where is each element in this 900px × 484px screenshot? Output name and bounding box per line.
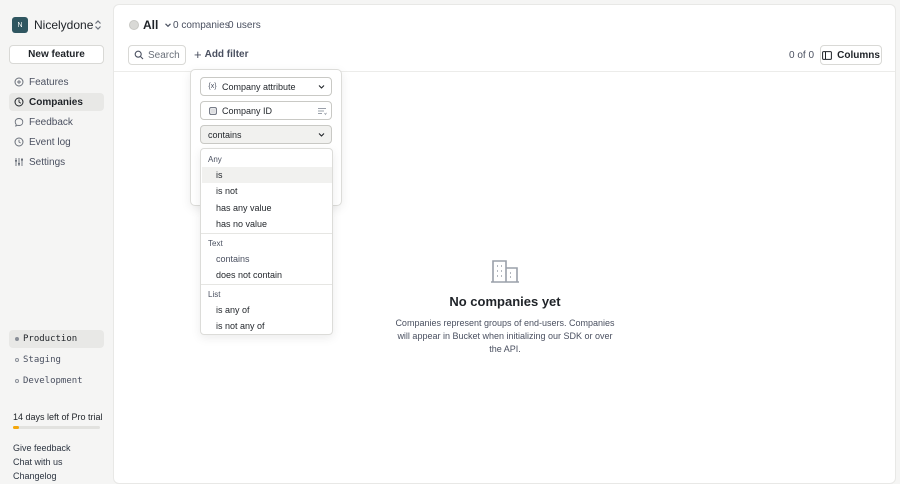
attribute-value: Company ID: [222, 105, 273, 116]
columns-label: Columns: [837, 49, 880, 61]
trial-progress-fill: [13, 426, 20, 429]
features-icon: [13, 77, 24, 88]
plus-icon: +: [194, 46, 202, 62]
scope-label: All: [143, 18, 159, 32]
sidebar-item-label: Feedback: [29, 116, 73, 128]
sidebar-item-label: Companies: [29, 96, 83, 108]
changelog-link[interactable]: Changelog: [13, 471, 57, 481]
pager-text: 0 of 0: [789, 50, 815, 61]
group-label-text: Text: [208, 239, 223, 248]
search-icon: [134, 50, 144, 60]
company-icon: [208, 106, 217, 115]
empty-state-description: Companies represent groups of end-users.…: [395, 318, 615, 354]
chevron-down-icon: [318, 85, 325, 89]
environment-development[interactable]: Development: [9, 372, 104, 390]
operator-select[interactable]: contains: [200, 125, 332, 144]
sidebar: N Nicelydone New feature Features Compan…: [0, 0, 113, 484]
org-switcher[interactable]: N Nicelydone: [12, 16, 104, 34]
companies-icon: [13, 97, 24, 108]
option-contains[interactable]: contains: [202, 251, 332, 267]
dropdown-divider: [201, 233, 332, 234]
environment-dot-icon: [15, 379, 19, 383]
attribute-type-select[interactable]: {x} Company attribute: [200, 77, 332, 96]
environment-label: Production: [23, 334, 78, 344]
org-avatar: N: [12, 17, 28, 33]
feedback-icon: [13, 117, 24, 128]
columns-icon: [822, 50, 833, 60]
attribute-select[interactable]: Company ID: [200, 101, 332, 120]
environment-production[interactable]: Production: [9, 330, 104, 348]
environment-dot-icon: [15, 337, 19, 341]
org-name: Nicelydone: [34, 18, 94, 32]
sidebar-item-settings[interactable]: Settings: [9, 153, 104, 171]
sidebar-item-event-log[interactable]: Event log: [9, 133, 104, 151]
option-is-not[interactable]: is not: [202, 183, 332, 199]
sidebar-item-companies[interactable]: Companies: [9, 93, 104, 111]
option-has-any-value[interactable]: has any value: [202, 200, 332, 216]
environment-label: Development: [23, 376, 83, 386]
trial-status: 14 days left of Pro trial: [13, 412, 103, 422]
operator-dropdown: Any is is not has any value has no value…: [200, 148, 333, 335]
operator-value: contains: [208, 129, 242, 140]
users-count: 0 users: [228, 20, 261, 31]
attribute-type-value: Company attribute: [222, 81, 296, 92]
add-filter-label: Add filter: [204, 49, 249, 60]
environment-label: Staging: [23, 355, 61, 365]
option-is-not-any-of[interactable]: is not any of: [202, 318, 332, 334]
event-log-icon: [13, 137, 24, 148]
variable-icon: {x}: [208, 83, 217, 90]
group-label-any: Any: [208, 155, 222, 164]
chevron-up-down-icon: [95, 20, 101, 30]
new-feature-button[interactable]: New feature: [9, 45, 104, 64]
chat-with-us-link[interactable]: Chat with us: [13, 457, 63, 467]
columns-button[interactable]: Columns: [820, 45, 882, 65]
chevron-down-icon: [318, 133, 325, 137]
companies-count: 0 companies: [173, 20, 230, 31]
environment-dot-icon: [15, 358, 19, 362]
search-box[interactable]: [128, 45, 186, 65]
option-is[interactable]: is: [202, 167, 332, 183]
environment-staging[interactable]: Staging: [9, 351, 104, 369]
sidebar-item-label: Features: [29, 76, 69, 88]
option-does-not-contain[interactable]: does not contain: [202, 267, 332, 283]
empty-state-title: No companies yet: [449, 294, 561, 309]
sidebar-item-features[interactable]: Features: [9, 73, 104, 91]
filter-lines-icon[interactable]: [317, 106, 327, 116]
chevron-down-icon: [165, 23, 172, 28]
building-icon: [491, 260, 519, 283]
scope-selector[interactable]: All: [129, 18, 172, 32]
sidebar-item-feedback[interactable]: Feedback: [9, 113, 104, 131]
give-feedback-link[interactable]: Give feedback: [13, 443, 71, 453]
sidebar-item-label: Settings: [29, 156, 66, 168]
search-input[interactable]: [148, 49, 184, 61]
dropdown-divider: [201, 284, 332, 285]
option-is-any-of[interactable]: is any of: [202, 302, 332, 318]
settings-icon: [13, 157, 24, 168]
trial-progress-bar: [13, 426, 100, 429]
group-label-list: List: [208, 290, 221, 299]
sidebar-item-label: Event log: [29, 136, 71, 148]
add-filter-button[interactable]: + Add filter: [194, 46, 249, 62]
scope-icon: [129, 20, 139, 30]
option-has-no-value[interactable]: has no value: [202, 216, 332, 232]
